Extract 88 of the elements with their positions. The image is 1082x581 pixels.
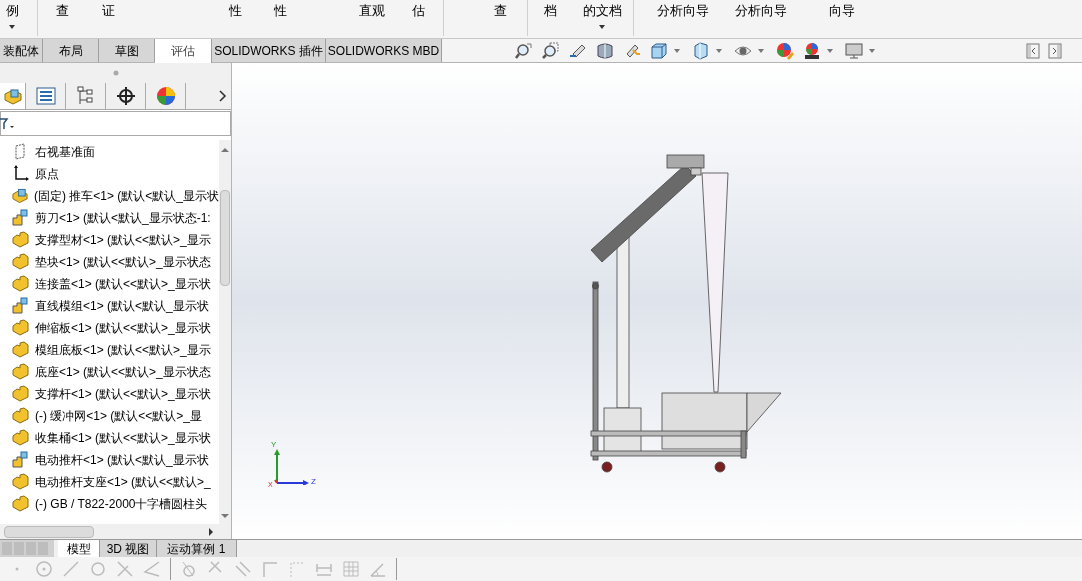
ribbon-tab[interactable]: SOLIDWORKS MBD [326,39,442,62]
bottom-tab[interactable]: 运动算例 1 [157,540,237,557]
scroll-thumb[interactable] [4,525,94,538]
grip-dot-icon[interactable] [112,70,119,76]
view-orientation-icon[interactable] [650,41,668,60]
part-icon [12,407,30,425]
part-icon [12,231,30,249]
tree-item[interactable]: 底座<1> (默认<<默认>_显示状态 [35,363,211,381]
ribbon-tab[interactable]: 布局 [43,39,99,62]
horizontal-scrollbar[interactable] [0,524,231,539]
part-icon [12,495,30,513]
origin-icon [12,165,30,183]
ribbon-button[interactable]: 估 [396,0,440,34]
ribbon-tab[interactable]: 装配体 [0,39,43,62]
tree-item[interactable]: 伸缩板<1> (默认<<默认>_显示状 [35,319,211,337]
tree-item[interactable]: (-) GB / T822-2000十字槽圆柱头 [35,495,208,513]
tree-item[interactable]: 直线模组<1> (默认<默认_显示状 [35,297,209,315]
scroll-down-icon[interactable] [221,512,229,520]
subassembly-icon [12,297,30,315]
assembly-icon [12,187,29,205]
tree-item[interactable]: 模组底板<1> (默认<<默认>_显示 [35,341,211,359]
y-axis-label: Y [271,441,277,449]
ribbon-button[interactable]: 向导 [807,0,877,34]
scroll-thumb[interactable] [220,190,230,286]
ribbon-button[interactable]: 查 [478,0,522,34]
subassembly-icon [12,451,30,469]
ribbon-button[interactable]: 例 [0,0,24,34]
ribbon-tab[interactable]: 评估 [155,39,212,63]
zoom-to-fit-icon[interactable] [515,41,533,60]
part-icon [12,385,30,403]
display-style-icon[interactable] [692,41,710,60]
caret-icon[interactable] [9,25,15,29]
panel-right-icon[interactable] [1048,42,1062,59]
tree-item[interactable]: 原点 [35,165,59,183]
subassembly-icon [12,209,30,227]
vertical-scrollbar[interactable] [219,140,231,524]
part-icon [12,275,30,293]
dotted-corner-icon[interactable] [288,560,306,578]
ribbon-button[interactable]: 性 [258,0,302,34]
appearance-icon[interactable] [776,41,794,60]
section-view-icon[interactable] [596,41,614,60]
bottom-tab[interactable]: 3D 视图 [100,540,157,557]
tree-item[interactable]: (固定) 推车<1> (默认<默认_显示状 [33,187,219,205]
z-axis-label: Z [311,478,316,486]
ribbon-button[interactable]: 性 [213,0,257,34]
tree-item[interactable]: 电动推杆<1> (默认<默认_显示状 [35,451,209,469]
filter-field[interactable] [0,111,231,136]
tree-item[interactable]: 右视基准面 [35,143,95,161]
part-icon [12,429,30,447]
scroll-up-icon[interactable] [221,146,229,154]
part-icon [12,341,30,359]
filter-icon[interactable] [0,116,15,131]
ribbon-tab[interactable]: SOLIDWORKS 插件 [212,39,326,62]
scene-icon[interactable] [803,41,821,60]
feature-manager-tab[interactable] [0,83,26,109]
part-icon [12,363,30,381]
list-icon [35,87,56,105]
ribbon-button[interactable]: 分析向导 [648,0,718,34]
tree-item[interactable]: 收集桶<1> (默认<<默认>_显示状 [35,429,211,447]
monitor-icon[interactable] [845,41,863,60]
assembly-icon [2,86,23,106]
tree-item[interactable]: 垫块<1> (默认<<默认>_显示状态 [35,253,211,271]
panel-left-icon[interactable] [1026,42,1040,59]
ribbon-button[interactable]: 直观 [350,0,394,34]
ribbon-button[interactable]: 档 [528,0,572,34]
tree-item[interactable]: 支撑杆<1> (默认<<默认>_显示状 [35,385,211,403]
tree-item[interactable]: 连接盖<1> (默认<<默认>_显示状 [35,275,211,293]
ribbon-tab[interactable]: 草图 [99,39,155,62]
tree-structure-icon [76,86,95,106]
part-icon [12,253,30,271]
ribbon-button[interactable]: 证 [86,0,130,34]
chevron-right-icon[interactable] [219,90,227,102]
scroll-right-icon[interactable] [207,527,215,536]
part-icon [12,319,30,337]
color-wheel-icon [155,86,176,106]
tree-item[interactable]: 支撑型材<1> (默认<<默认>_显示 [35,231,211,249]
tree-item[interactable]: 电动推杆支座<1> (默认<<默认>_ [35,473,211,491]
ribbon-button[interactable]: 查 [40,0,84,34]
ribbon-button[interactable]: 分析向导 [726,0,796,34]
bottom-tab[interactable]: 模型 [58,540,100,557]
tree-item[interactable]: (-) 缓冲网<1> (默认<<默认>_显 [35,407,203,425]
ribbon-button[interactable]: 的文档 [572,0,632,34]
zoom-to-area-icon[interactable] [542,41,560,60]
part-icon [12,473,30,491]
tree-item[interactable]: 剪刀<1> (默认<默认_显示状态-1: [35,209,211,227]
crosshair-icon [115,86,136,106]
caret-icon[interactable] [599,25,605,29]
axis-triad-icon [273,449,309,485]
